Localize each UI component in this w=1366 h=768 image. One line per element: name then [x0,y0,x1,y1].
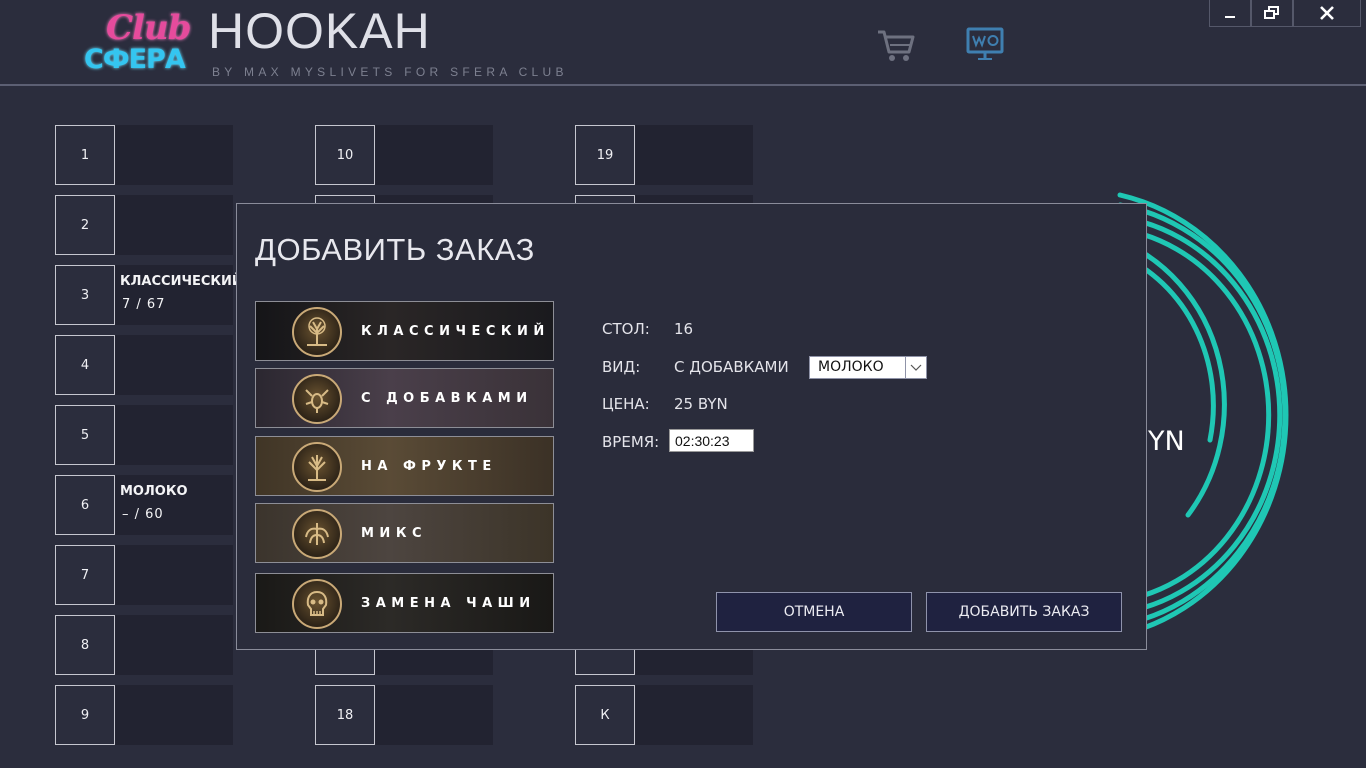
table-number[interactable]: 7 [55,545,115,605]
add-order-dialog: ДОБАВИТЬ ЗАКАЗ КЛАССИЧЕСКИЙ С ДОБАВКАМИ … [236,203,1147,650]
window-controls [1209,0,1361,28]
table-cell[interactable]: 4 [55,335,233,395]
option-bowl-change[interactable]: ЗАМЕНА ЧАШИ [255,573,554,633]
table-info-line2: – / 60 [122,507,164,522]
table-number[interactable]: 5 [55,405,115,465]
time-label: ВРЕМЯ: [602,433,660,451]
table-info-line1: КЛАССИЧЕСКИЙ [120,274,243,289]
additive-select-value: МОЛОКО [818,359,884,375]
table-number[interactable]: К [575,685,635,745]
option-fruit[interactable]: НА ФРУКТЕ [255,436,554,496]
table-cell[interactable]: 19 [575,125,753,185]
option-mix[interactable]: МИКС [255,503,554,563]
app-header: Club СФЕРА HOOKAH BY MAX MYSLIVETS FOR S… [0,0,1366,86]
logo-sfera-text: СФЕРА [84,44,186,75]
cart-icon[interactable] [876,26,916,64]
time-input[interactable]: 02:30:23 [669,429,754,452]
table-cell[interactable]: 8 [55,615,233,675]
table-cell[interactable]: 10 [315,125,493,185]
tree-emblem-icon [292,442,342,492]
option-label: КЛАССИЧЕСКИЙ [361,324,550,339]
table-cell[interactable]: 6 МОЛОКО – / 60 [55,475,233,535]
logo-club-text: Club [106,8,191,48]
ring-total-text: YN [1148,426,1185,457]
table-cell[interactable]: 2 [55,195,233,255]
table-info-line2: 7 / 67 [122,297,166,312]
tree-emblem-icon [292,307,342,357]
table-value: 16 [674,320,694,338]
table-info [115,615,233,675]
price-value: 25 BYN [674,395,728,413]
table-cell[interactable]: 18 [315,685,493,745]
table-info [115,545,233,605]
app-subtitle: BY MAX MYSLIVETS FOR SFERA CLUB [212,65,568,79]
table-cell[interactable]: 9 [55,685,233,745]
option-label: С ДОБАВКАМИ [361,391,533,406]
club-logo: Club СФЕРА [84,8,191,80]
table-info [115,195,233,255]
table-info [115,685,233,745]
minimize-icon[interactable] [1209,0,1251,27]
table-number[interactable]: 9 [55,685,115,745]
add-order-button[interactable]: ДОБАВИТЬ ЗАКАЗ [926,592,1122,632]
additive-select[interactable]: МОЛОКО [809,356,927,379]
table-info [115,125,233,185]
table-number[interactable]: 6 [55,475,115,535]
cancel-button[interactable]: ОТМЕНА [716,592,912,632]
table-cell[interactable]: 5 [55,405,233,465]
table-info: МОЛОКО – / 60 [115,475,233,535]
monitor-icon[interactable] [966,26,1004,62]
table-info [375,685,493,745]
table-info [635,125,753,185]
option-label: ЗАМЕНА ЧАШИ [361,596,536,611]
kind-label: ВИД: [602,358,641,376]
table-info [375,125,493,185]
table-label: СТОЛ: [602,320,650,338]
app-title: HOOKAH [208,3,431,59]
dialog-title: ДОБАВИТЬ ЗАКАЗ [255,232,535,267]
restore-icon[interactable] [1251,0,1293,27]
option-additives[interactable]: С ДОБАВКАМИ [255,368,554,428]
option-label: НА ФРУКТЕ [361,459,497,474]
table-cell[interactable]: 1 [55,125,233,185]
phoenix-emblem-icon [292,509,342,559]
table-info: КЛАССИЧЕСКИЙ 7 / 67 [115,265,243,325]
price-label: ЦЕНА: [602,395,650,413]
table-number[interactable]: 19 [575,125,635,185]
table-info [115,405,233,465]
table-number[interactable]: 8 [55,615,115,675]
table-info-line1: МОЛОКО [120,484,188,499]
table-number[interactable]: 4 [55,335,115,395]
kind-value: С ДОБАВКАМИ [674,358,789,376]
table-cell[interactable]: 7 [55,545,233,605]
table-info [635,685,753,745]
table-number[interactable]: 2 [55,195,115,255]
skull-emblem-icon [292,579,342,629]
table-info [115,335,233,395]
table-number[interactable]: 18 [315,685,375,745]
table-number[interactable]: 10 [315,125,375,185]
close-icon[interactable] [1293,0,1361,27]
option-classic[interactable]: КЛАССИЧЕСКИЙ [255,301,554,361]
table-number[interactable]: 3 [55,265,115,325]
chevron-down-icon[interactable] [905,357,926,378]
scorpion-emblem-icon [292,374,342,424]
table-number[interactable]: 1 [55,125,115,185]
table-cell[interactable]: 3 КЛАССИЧЕСКИЙ 7 / 67 [55,265,243,325]
table-cell[interactable]: К [575,685,753,745]
option-label: МИКС [361,526,427,541]
